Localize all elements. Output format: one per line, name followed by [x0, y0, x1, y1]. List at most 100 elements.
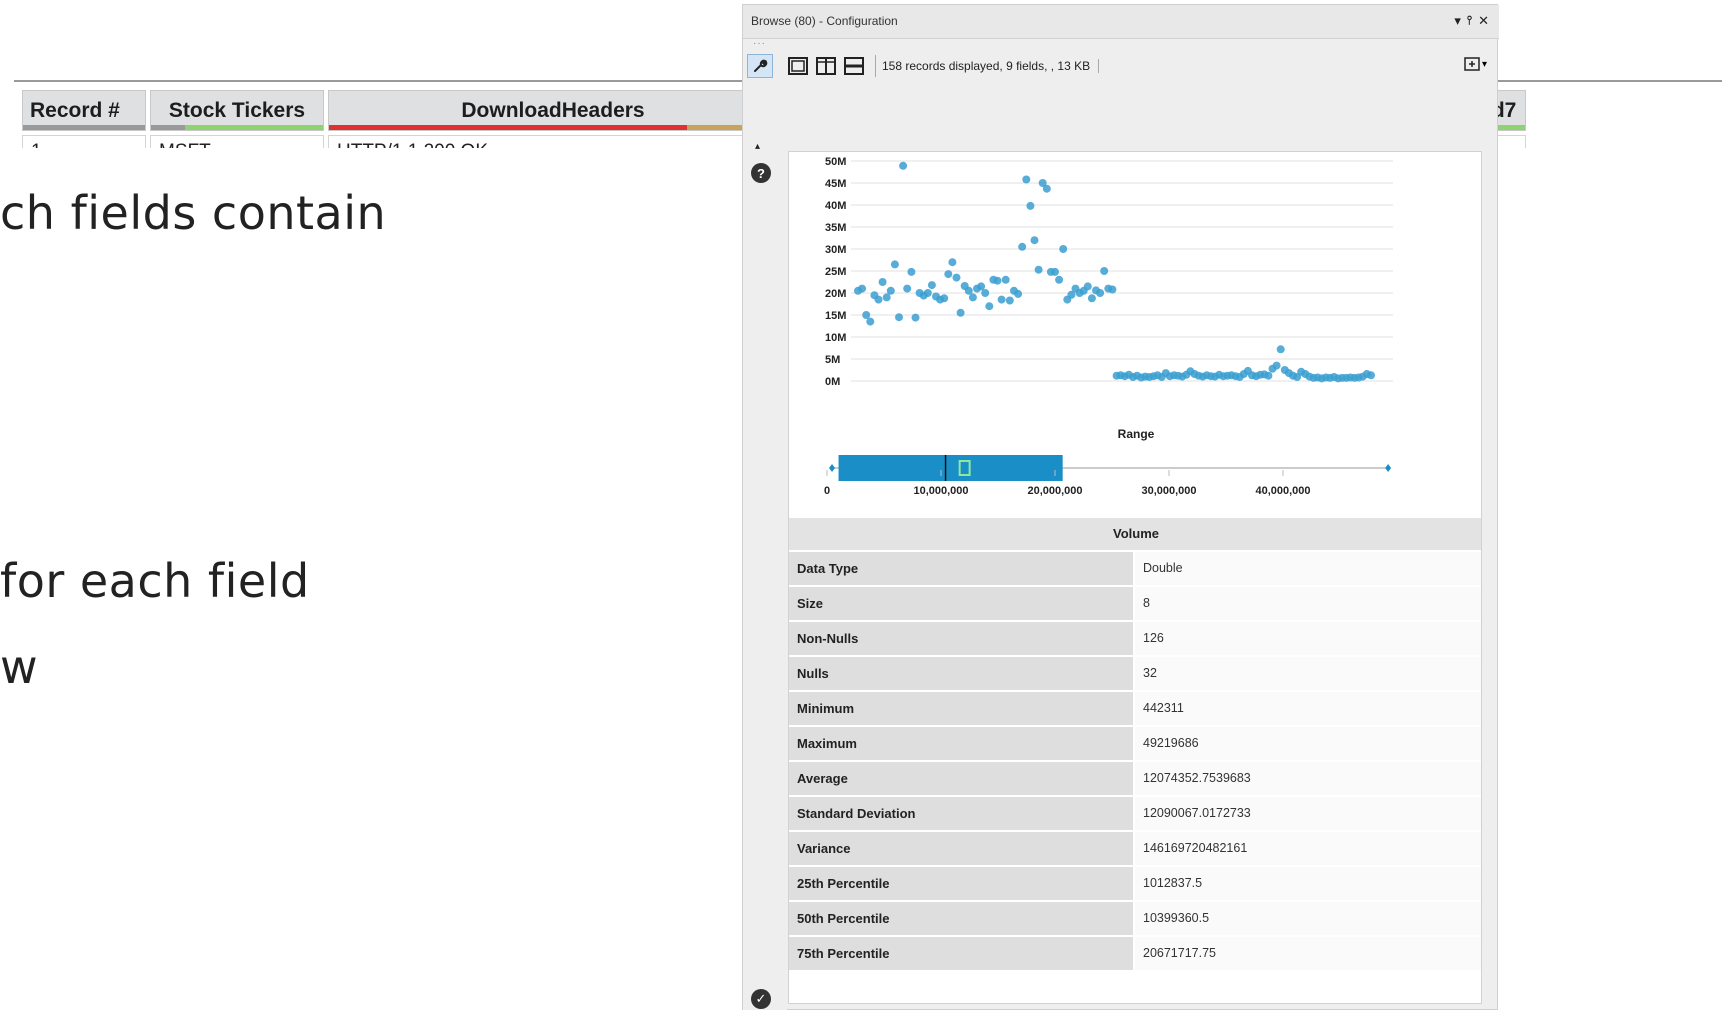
- toolbar-separator: [875, 55, 876, 77]
- stats-row: 25th Percentile 1012837.5: [789, 867, 1481, 902]
- scatter-point: [1014, 289, 1023, 298]
- y-tick-label: 25M: [825, 266, 846, 278]
- scatter-point: [993, 276, 1002, 285]
- table-cell[interactable]: MSFT: [150, 135, 324, 148]
- browse-window: Browse (80) - Configuration ▾ ⫯ ✕ ··· 15…: [742, 4, 1499, 1010]
- scatter-point: [940, 294, 949, 303]
- column-header-label: DownloadHeaders: [461, 99, 645, 122]
- stat-label: 75th Percentile: [789, 937, 1133, 970]
- table-cell[interactable]: HTTP/1.1 200 OK: [328, 135, 778, 148]
- stats-row: Variance 146169720482161: [789, 832, 1481, 867]
- y-tick-label: 35M: [825, 222, 846, 234]
- field-profile-panel: 0M 5M 10M 15M 20M 25M 30M 35M 40M 45M 50M Range 0 10,…: [788, 151, 1482, 1004]
- column-header-stock-tickers[interactable]: Stock Tickers: [150, 90, 324, 131]
- cell-value: HTTP/1.1 200 OK: [337, 139, 488, 148]
- scatter-point: [1108, 285, 1117, 294]
- stat-label: Variance: [789, 832, 1133, 865]
- stat-value: 49219686: [1133, 727, 1481, 760]
- scatter-point: [923, 289, 932, 297]
- stat-value: Double: [1133, 552, 1481, 585]
- stats-row: Maximum 49219686: [789, 727, 1481, 762]
- slide-text-line-1: ch fields contain: [0, 186, 387, 240]
- browse-toolbar: 158 records displayed, 9 fields, , 13 KB…: [743, 49, 1499, 83]
- expand-menu-icon[interactable]: ▾: [1464, 57, 1487, 71]
- stat-label: Nulls: [789, 657, 1133, 690]
- table-cell[interactable]: 1: [22, 135, 146, 148]
- scatter-point: [1055, 275, 1064, 284]
- stats-row: Nulls 32: [789, 657, 1481, 692]
- stats-row: Minimum 442311: [789, 692, 1481, 727]
- cell-value: MSFT: [159, 139, 211, 148]
- stat-value: 32: [1133, 657, 1481, 690]
- x-tick-label: 20,000,000: [1027, 485, 1082, 497]
- scatter-point: [1005, 296, 1014, 305]
- scatter-point: [1087, 294, 1096, 303]
- scatter-point: [890, 260, 899, 269]
- data-quality-bar: [23, 125, 145, 130]
- x-tick-label: 10,000,000: [913, 485, 968, 497]
- dropdown-icon[interactable]: ▾: [1454, 13, 1461, 29]
- stat-value: 10399360.5: [1133, 902, 1481, 935]
- stat-label: Size: [789, 587, 1133, 620]
- stat-label: 25th Percentile: [789, 867, 1133, 900]
- y-tick-label: 40M: [825, 200, 846, 212]
- wrench-icon[interactable]: [747, 54, 773, 78]
- window-title: Browse (80) - Configuration: [751, 14, 898, 28]
- scatter-point: [874, 295, 883, 304]
- scatter-point: [907, 267, 916, 276]
- stat-label: Average: [789, 762, 1133, 795]
- cell-value: 1: [31, 139, 42, 148]
- help-icon[interactable]: ?: [751, 163, 771, 183]
- scatter-point: [1051, 267, 1059, 276]
- stat-value: 12090067.0172733: [1133, 797, 1481, 830]
- window-controls: ▾ ⫯ ✕: [1454, 13, 1489, 29]
- scatter-point: [968, 293, 977, 302]
- scatter-point: [1367, 371, 1375, 380]
- scatter-point: [981, 289, 990, 297]
- y-tick-label: 0M: [825, 376, 840, 388]
- stat-value: 146169720482161: [1133, 832, 1481, 865]
- scatter-point: [1022, 175, 1031, 184]
- scatter-point: [964, 286, 973, 295]
- browse-title-bar[interactable]: Browse (80) - Configuration ▾ ⫯ ✕: [743, 5, 1499, 39]
- stat-label: Minimum: [789, 692, 1133, 725]
- scatter-point: [997, 295, 1006, 304]
- slide-text-line-2: for each field: [0, 554, 310, 608]
- scatter-point: [1034, 265, 1043, 274]
- scatter-point: [956, 308, 965, 317]
- y-tick-label: 30M: [825, 244, 846, 256]
- stats-row: Size 8: [789, 587, 1481, 622]
- data-quality-bar: [151, 125, 323, 130]
- stat-value: 12074352.7539683: [1133, 762, 1481, 795]
- checkmark-icon[interactable]: ✓: [751, 989, 771, 1009]
- stats-row: Data Type Double: [789, 552, 1481, 587]
- stats-row: Standard Deviation 12090067.0172733: [789, 797, 1481, 832]
- single-panel-icon[interactable]: [785, 54, 811, 78]
- chevron-down-icon: ▾: [1481, 58, 1487, 70]
- y-tick-label: 15M: [825, 310, 846, 322]
- split-vertical-icon[interactable]: [813, 54, 839, 78]
- stat-value: 1012837.5: [1133, 867, 1481, 900]
- x-tick-label: 0: [824, 485, 830, 497]
- scatter-point: [858, 284, 867, 293]
- column-header-record[interactable]: Record #: [22, 90, 146, 131]
- scroll-up-arrow-icon[interactable]: ▴: [755, 141, 760, 152]
- close-icon[interactable]: ✕: [1478, 13, 1489, 29]
- stat-label: Maximum: [789, 727, 1133, 760]
- column-header-downloadheaders[interactable]: DownloadHeaders: [328, 90, 778, 131]
- split-horizontal-icon[interactable]: [841, 54, 867, 78]
- stats-table: Data Type Double Size 8 Non-Nulls 126 Nulls 32 M…: [789, 552, 1481, 972]
- scatter-point: [1018, 242, 1027, 251]
- grip-dots-icon: ···: [753, 38, 766, 49]
- stats-row: 50th Percentile 10399360.5: [789, 902, 1481, 937]
- boxplot-title: Range: [1118, 427, 1155, 441]
- scatter-point: [1264, 371, 1273, 380]
- scatter-point: [862, 311, 871, 319]
- scatter-point: [1276, 345, 1285, 354]
- stat-label: Non-Nulls: [789, 622, 1133, 655]
- scatter-point: [903, 284, 912, 293]
- pin-icon[interactable]: ⫯: [1467, 13, 1472, 29]
- scatter-point: [895, 313, 903, 322]
- column-header-label: Record #: [30, 99, 120, 122]
- scatter-point: [952, 273, 961, 282]
